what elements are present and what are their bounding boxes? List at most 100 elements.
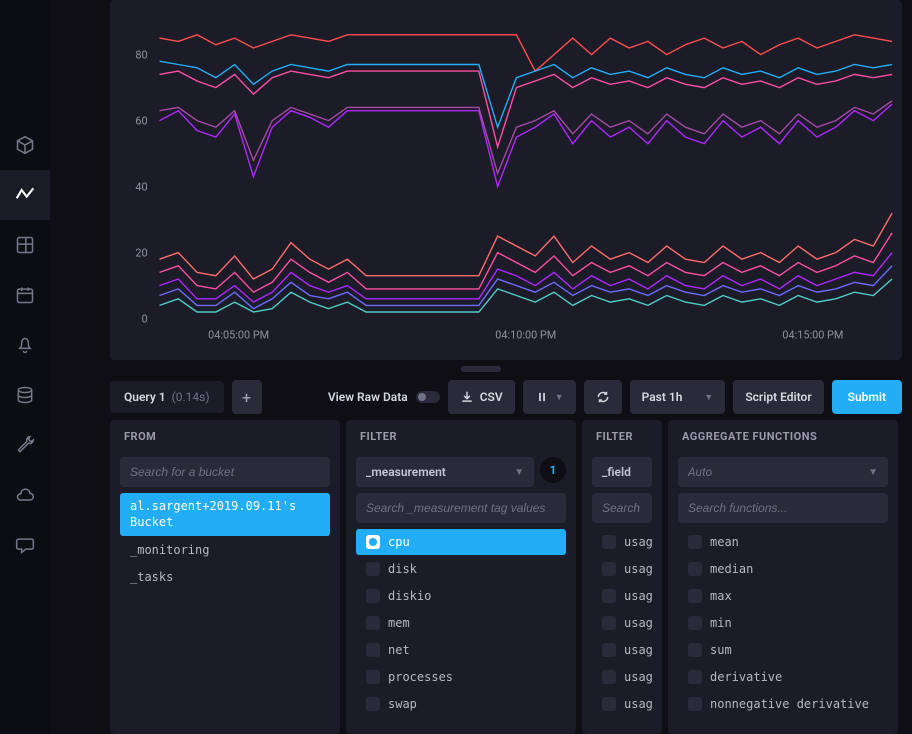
field-list: usage_gusage_gusage_iusage_iusage_iusage… [592, 529, 652, 724]
list-item[interactable]: median [678, 556, 888, 582]
toggle-switch[interactable] [416, 391, 440, 403]
list-item[interactable]: diskio [356, 583, 566, 609]
from-header: FROM [120, 430, 330, 443]
list-item[interactable]: usage_g [592, 529, 652, 555]
svg-text:60: 60 [135, 115, 147, 128]
from-panel: FROM al.sargent+2019.09.11's Bucket_moni… [110, 420, 340, 734]
svg-text:40: 40 [135, 181, 147, 194]
sidebar-item-cloud[interactable] [0, 470, 50, 520]
cube-icon [15, 135, 35, 155]
list-item[interactable]: max [678, 583, 888, 609]
list-item-label: usage_i [624, 589, 652, 603]
list-item-label: nonnegative derivative [710, 697, 869, 711]
pause-icon [535, 390, 549, 404]
bucket-list: al.sargent+2019.09.11's Bucket_monitorin… [120, 493, 330, 724]
list-item[interactable]: processes [356, 664, 566, 690]
list-item[interactable]: usage_i [592, 637, 652, 663]
sidebar-item-graph[interactable] [0, 170, 50, 220]
chat-icon [15, 535, 35, 555]
list-item[interactable]: usage_s [592, 691, 652, 717]
panel-resize-handle[interactable] [461, 366, 501, 372]
list-item-label: usage_g [624, 562, 652, 576]
sidebar-item-wrench[interactable] [0, 420, 50, 470]
chevron-down-icon: ▼ [514, 467, 524, 478]
view-raw-data-toggle[interactable]: View Raw Data [328, 390, 440, 404]
list-item[interactable]: usage_n [592, 664, 652, 690]
time-range-dropdown[interactable]: Past 1h ▼ [630, 380, 726, 414]
svg-text:04:05:00 PM: 04:05:00 PM [208, 328, 269, 341]
list-item[interactable]: cpu [356, 529, 566, 555]
bell-icon [15, 335, 35, 355]
function-search-input[interactable] [678, 493, 888, 523]
calendar-icon [15, 285, 35, 305]
aggregate-panel: AGGREGATE FUNCTIONS Auto ▼ mean median max… [668, 420, 898, 734]
bucket-search-input[interactable] [120, 457, 330, 487]
submit-button[interactable]: Submit [832, 380, 902, 414]
chart-panel: 020406080 04:05:00 PM04:10:00 PM04:15:00… [110, 0, 902, 360]
svg-text:04:10:00 PM: 04:10:00 PM [495, 328, 556, 341]
measurement-search-input[interactable] [356, 493, 566, 523]
list-item-label: usage_g [624, 535, 652, 549]
line-chart[interactable]: 020406080 04:05:00 PM04:10:00 PM04:15:00… [110, 0, 902, 360]
pause-dropdown-button[interactable]: ▼ [523, 380, 576, 414]
chevron-down-icon: ▼ [555, 392, 564, 403]
field-select[interactable]: _field [592, 457, 652, 487]
list-item[interactable]: min [678, 610, 888, 636]
sidebar-item-grid[interactable] [0, 220, 50, 270]
aggregate-header: AGGREGATE FUNCTIONS [678, 430, 888, 443]
checkbox [602, 697, 616, 711]
list-item[interactable]: mean [678, 529, 888, 555]
checkbox [602, 589, 616, 603]
list-item-label: net [388, 643, 410, 657]
nav-sidebar [0, 0, 50, 734]
list-item[interactable]: sum [678, 637, 888, 663]
filter-header: FILTER [592, 430, 652, 443]
list-item-label: swap [388, 697, 417, 711]
list-item-label: max [710, 589, 732, 603]
list-item[interactable]: usage_g [592, 556, 652, 582]
checkbox [688, 616, 702, 630]
field-search-input[interactable] [592, 493, 652, 523]
checkbox [602, 616, 616, 630]
checkbox [688, 670, 702, 684]
list-item[interactable]: _tasks [120, 564, 330, 590]
list-item[interactable]: net [356, 637, 566, 663]
sidebar-item-bell[interactable] [0, 320, 50, 370]
svg-text:20: 20 [135, 247, 147, 260]
sidebar-item-chat[interactable] [0, 520, 50, 570]
filter-header: FILTER [356, 430, 566, 443]
filter-measurement-panel: FILTER _measurement ▼ 1 cpudiskdiskiomem… [346, 420, 576, 734]
add-query-button[interactable]: + [232, 380, 262, 414]
list-item[interactable]: disk [356, 556, 566, 582]
sidebar-item-cube[interactable] [0, 120, 50, 170]
filter-count-badge: 1 [540, 457, 566, 483]
list-item[interactable]: usage_i [592, 583, 652, 609]
checkbox [366, 616, 380, 630]
csv-button[interactable]: CSV [448, 380, 515, 414]
list-item[interactable]: derivative [678, 664, 888, 690]
refresh-button[interactable] [584, 380, 622, 414]
list-item[interactable]: swap [356, 691, 566, 717]
query-tab[interactable]: Query 1 (0.14s) [110, 381, 224, 413]
checkbox [688, 643, 702, 657]
list-item[interactable]: al.sargent+2019.09.11's Bucket [120, 493, 330, 536]
svg-text:80: 80 [135, 49, 147, 62]
list-item[interactable]: mem [356, 610, 566, 636]
sidebar-item-disks[interactable] [0, 370, 50, 420]
measurement-list: cpudiskdiskiomem net processes swap [356, 529, 566, 724]
aggregate-select[interactable]: Auto ▼ [678, 457, 888, 487]
list-item-label: sum [710, 643, 732, 657]
svg-text:0: 0 [141, 313, 147, 326]
list-item[interactable]: usage_i [592, 610, 652, 636]
checkbox [366, 643, 380, 657]
measurement-select[interactable]: _measurement ▼ [356, 457, 534, 487]
sidebar-item-calendar[interactable] [0, 270, 50, 320]
list-item[interactable]: nonnegative derivative [678, 691, 888, 717]
checkbox [602, 535, 616, 549]
script-editor-button[interactable]: Script Editor [733, 380, 823, 414]
list-item-label: median [710, 562, 753, 576]
checkbox [602, 670, 616, 684]
list-item[interactable]: _monitoring [120, 537, 330, 563]
list-item-label: _tasks [130, 570, 173, 584]
checkbox [366, 697, 380, 711]
